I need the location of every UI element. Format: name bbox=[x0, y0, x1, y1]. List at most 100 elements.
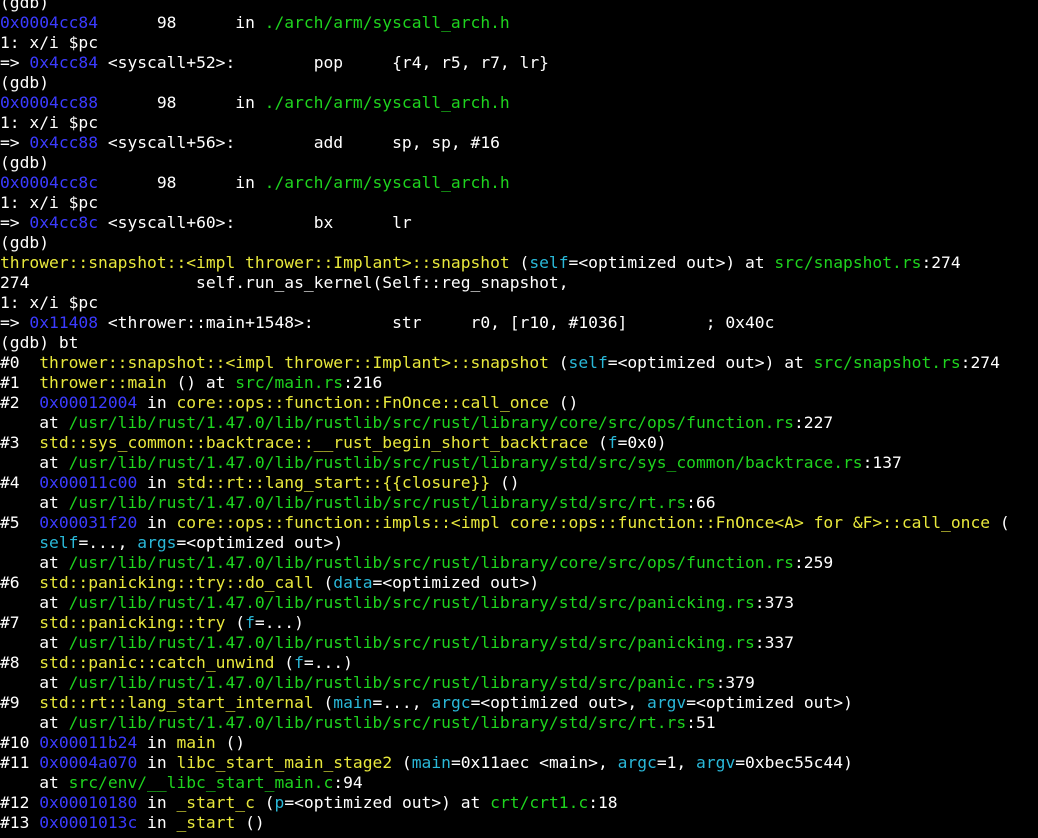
terminal-line: (gdb) bt bbox=[0, 333, 1038, 353]
param-name-text: argv bbox=[647, 693, 687, 712]
terminal-text: 98 in bbox=[98, 93, 265, 112]
terminal-line: at /usr/lib/rust/1.47.0/lib/rustlib/src/… bbox=[0, 633, 1038, 653]
terminal-text: =<optimized out>) at bbox=[568, 253, 775, 272]
terminal-text: 98 in bbox=[98, 13, 265, 32]
terminal-line: 274 self.run_as_kernel(Self::reg_snapsho… bbox=[0, 273, 1038, 293]
terminal-text: ( bbox=[254, 793, 275, 812]
terminal-line: #12 0x00010180 in _start_c (p=<optimized… bbox=[0, 793, 1038, 813]
terminal-line: 1: x/i $pc bbox=[0, 193, 1038, 213]
terminal-text: in bbox=[137, 393, 177, 412]
terminal-text: () at bbox=[166, 373, 236, 392]
terminal-text: <syscall+52>: pop {r4, r5, r7, lr} bbox=[98, 53, 549, 72]
param-name-text: argc bbox=[431, 693, 471, 712]
param-name-text: self bbox=[39, 533, 79, 552]
terminal-text: () bbox=[215, 733, 246, 752]
file-path-text: /usr/lib/rust/1.47.0/lib/rustlib/src/rus… bbox=[68, 553, 794, 572]
file-path-text: /usr/lib/rust/1.47.0/lib/rustlib/src/rus… bbox=[68, 713, 687, 732]
terminal-text: at bbox=[0, 593, 69, 612]
terminal-text: :259 bbox=[793, 553, 834, 572]
file-path-text: /usr/lib/rust/1.47.0/lib/rustlib/src/rus… bbox=[68, 673, 716, 692]
terminal-line: 1: x/i $pc bbox=[0, 113, 1038, 133]
terminal-text: #0 bbox=[0, 353, 40, 372]
file-path-text: src/main.rs bbox=[235, 373, 344, 392]
terminal-line: at /usr/lib/rust/1.47.0/lib/rustlib/src/… bbox=[0, 593, 1038, 613]
terminal-line: at /usr/lib/rust/1.47.0/lib/rustlib/src/… bbox=[0, 673, 1038, 693]
terminal-text: ( bbox=[225, 613, 246, 632]
terminal-text: #9 bbox=[0, 693, 40, 712]
terminal-line: (gdb) bbox=[0, 233, 1038, 253]
param-name-text: argv bbox=[696, 753, 736, 772]
terminal-text: (gdb) bbox=[0, 233, 50, 252]
terminal-line: => 0x4cc88 <syscall+56>: add sp, sp, #16 bbox=[0, 133, 1038, 153]
function-name-text: std::panic::catch_unwind bbox=[39, 653, 275, 672]
function-name-text: std::sys_common::backtrace::__rust_begin… bbox=[39, 433, 589, 452]
function-name-text: thrower::snapshot::<impl thrower::Implan… bbox=[0, 253, 510, 272]
terminal-text: =<optimized out>) bbox=[686, 693, 853, 712]
terminal-text: :66 bbox=[686, 493, 716, 512]
file-path-text: /usr/lib/rust/1.47.0/lib/rustlib/src/rus… bbox=[68, 493, 687, 512]
function-name-text: std::rt::lang_start::{{closure}} bbox=[176, 473, 491, 492]
terminal-text: #7 bbox=[0, 613, 40, 632]
terminal-text: =<optimized out>) bbox=[176, 533, 344, 552]
terminal-text: =<optimized out>) bbox=[372, 573, 540, 592]
terminal-line: #5 0x00031f20 in core::ops::function::im… bbox=[0, 513, 1038, 533]
terminal-line: #4 0x00011c00 in std::rt::lang_start::{{… bbox=[0, 473, 1038, 493]
terminal-text: :137 bbox=[862, 453, 902, 472]
terminal-text: at bbox=[0, 773, 69, 792]
terminal-text: ( bbox=[392, 753, 412, 772]
terminal-line: (gdb) bbox=[0, 73, 1038, 93]
terminal-text: at bbox=[0, 673, 69, 692]
terminal-text: ( bbox=[274, 653, 295, 672]
terminal-line: 0x0004cc88 98 in ./arch/arm/syscall_arch… bbox=[0, 93, 1038, 113]
terminal-line: #6 std::panicking::try::do_call (data=<o… bbox=[0, 573, 1038, 593]
terminal-text: () bbox=[548, 393, 579, 412]
terminal-text: at bbox=[0, 493, 69, 512]
terminal-text: => bbox=[0, 53, 30, 72]
terminal-text: =<optimized out>) at bbox=[284, 793, 491, 812]
terminal-text: :373 bbox=[754, 593, 794, 612]
function-name-text: std::panicking::try::do_call bbox=[39, 573, 314, 592]
terminal-line: (gdb) bbox=[0, 0, 1038, 13]
terminal-line: #13 0x0001013c in _start () bbox=[0, 813, 1038, 833]
terminal-line: self=..., args=<optimized out>) bbox=[0, 533, 1038, 553]
terminal-line: at /usr/lib/rust/1.47.0/lib/rustlib/src/… bbox=[0, 453, 1038, 473]
terminal-text: => bbox=[0, 313, 30, 332]
address-text: 0x00011c00 bbox=[39, 473, 138, 492]
param-name-text: args bbox=[137, 533, 177, 552]
terminal-line: thrower::snapshot::<impl thrower::Implan… bbox=[0, 253, 1038, 273]
terminal-line: #11 0x0004a070 in libc_start_main_stage2… bbox=[0, 753, 1038, 773]
terminal-text: (gdb) bbox=[0, 153, 50, 172]
gdb-terminal[interactable]: (gdb) 0x0004cc84 98 in ./arch/arm/syscall… bbox=[0, 0, 1038, 838]
terminal-text: (gdb) bbox=[0, 73, 50, 92]
address-text: 0x0004cc8c bbox=[0, 173, 99, 192]
function-name-text: libc_start_main_stage2 bbox=[176, 753, 393, 772]
terminal-text: =<optimized out>) at bbox=[607, 353, 814, 372]
terminal-line: at /usr/lib/rust/1.47.0/lib/rustlib/src/… bbox=[0, 553, 1038, 573]
address-text: 0x00031f20 bbox=[39, 513, 138, 532]
terminal-line: #9 std::rt::lang_start_internal (main=..… bbox=[0, 693, 1038, 713]
terminal-line: at /usr/lib/rust/1.47.0/lib/rustlib/src/… bbox=[0, 493, 1038, 513]
terminal-text: () bbox=[235, 813, 265, 832]
terminal-text: #3 bbox=[0, 433, 40, 452]
param-name-text: self bbox=[529, 253, 569, 272]
terminal-text: <syscall+56>: add sp, sp, #16 bbox=[98, 133, 500, 152]
terminal-text: #5 bbox=[0, 513, 40, 532]
terminal-line: 1: x/i $pc bbox=[0, 293, 1038, 313]
terminal-line: #8 std::panic::catch_unwind (f=...) bbox=[0, 653, 1038, 673]
terminal-text: in bbox=[137, 813, 177, 832]
param-name-text: self bbox=[568, 353, 608, 372]
terminal-text: #6 bbox=[0, 573, 40, 592]
terminal-text: <syscall+60>: bx lr bbox=[98, 213, 412, 232]
address-text: 0x0001013c bbox=[39, 813, 138, 832]
terminal-text: #4 bbox=[0, 473, 40, 492]
address-text: 0x11408 bbox=[29, 313, 99, 332]
function-name-text: core::ops::function::FnOnce::call_once bbox=[176, 393, 549, 412]
function-name-text: _start_c bbox=[176, 793, 255, 812]
terminal-text: ( bbox=[588, 433, 608, 452]
terminal-text: ( bbox=[548, 353, 569, 372]
file-path-text: crt/crt1.c bbox=[490, 793, 589, 812]
terminal-text: =...) bbox=[254, 613, 304, 632]
file-path-text: /usr/lib/rust/1.47.0/lib/rustlib/src/rus… bbox=[68, 593, 755, 612]
file-path-text: src/snapshot.rs bbox=[774, 253, 922, 272]
